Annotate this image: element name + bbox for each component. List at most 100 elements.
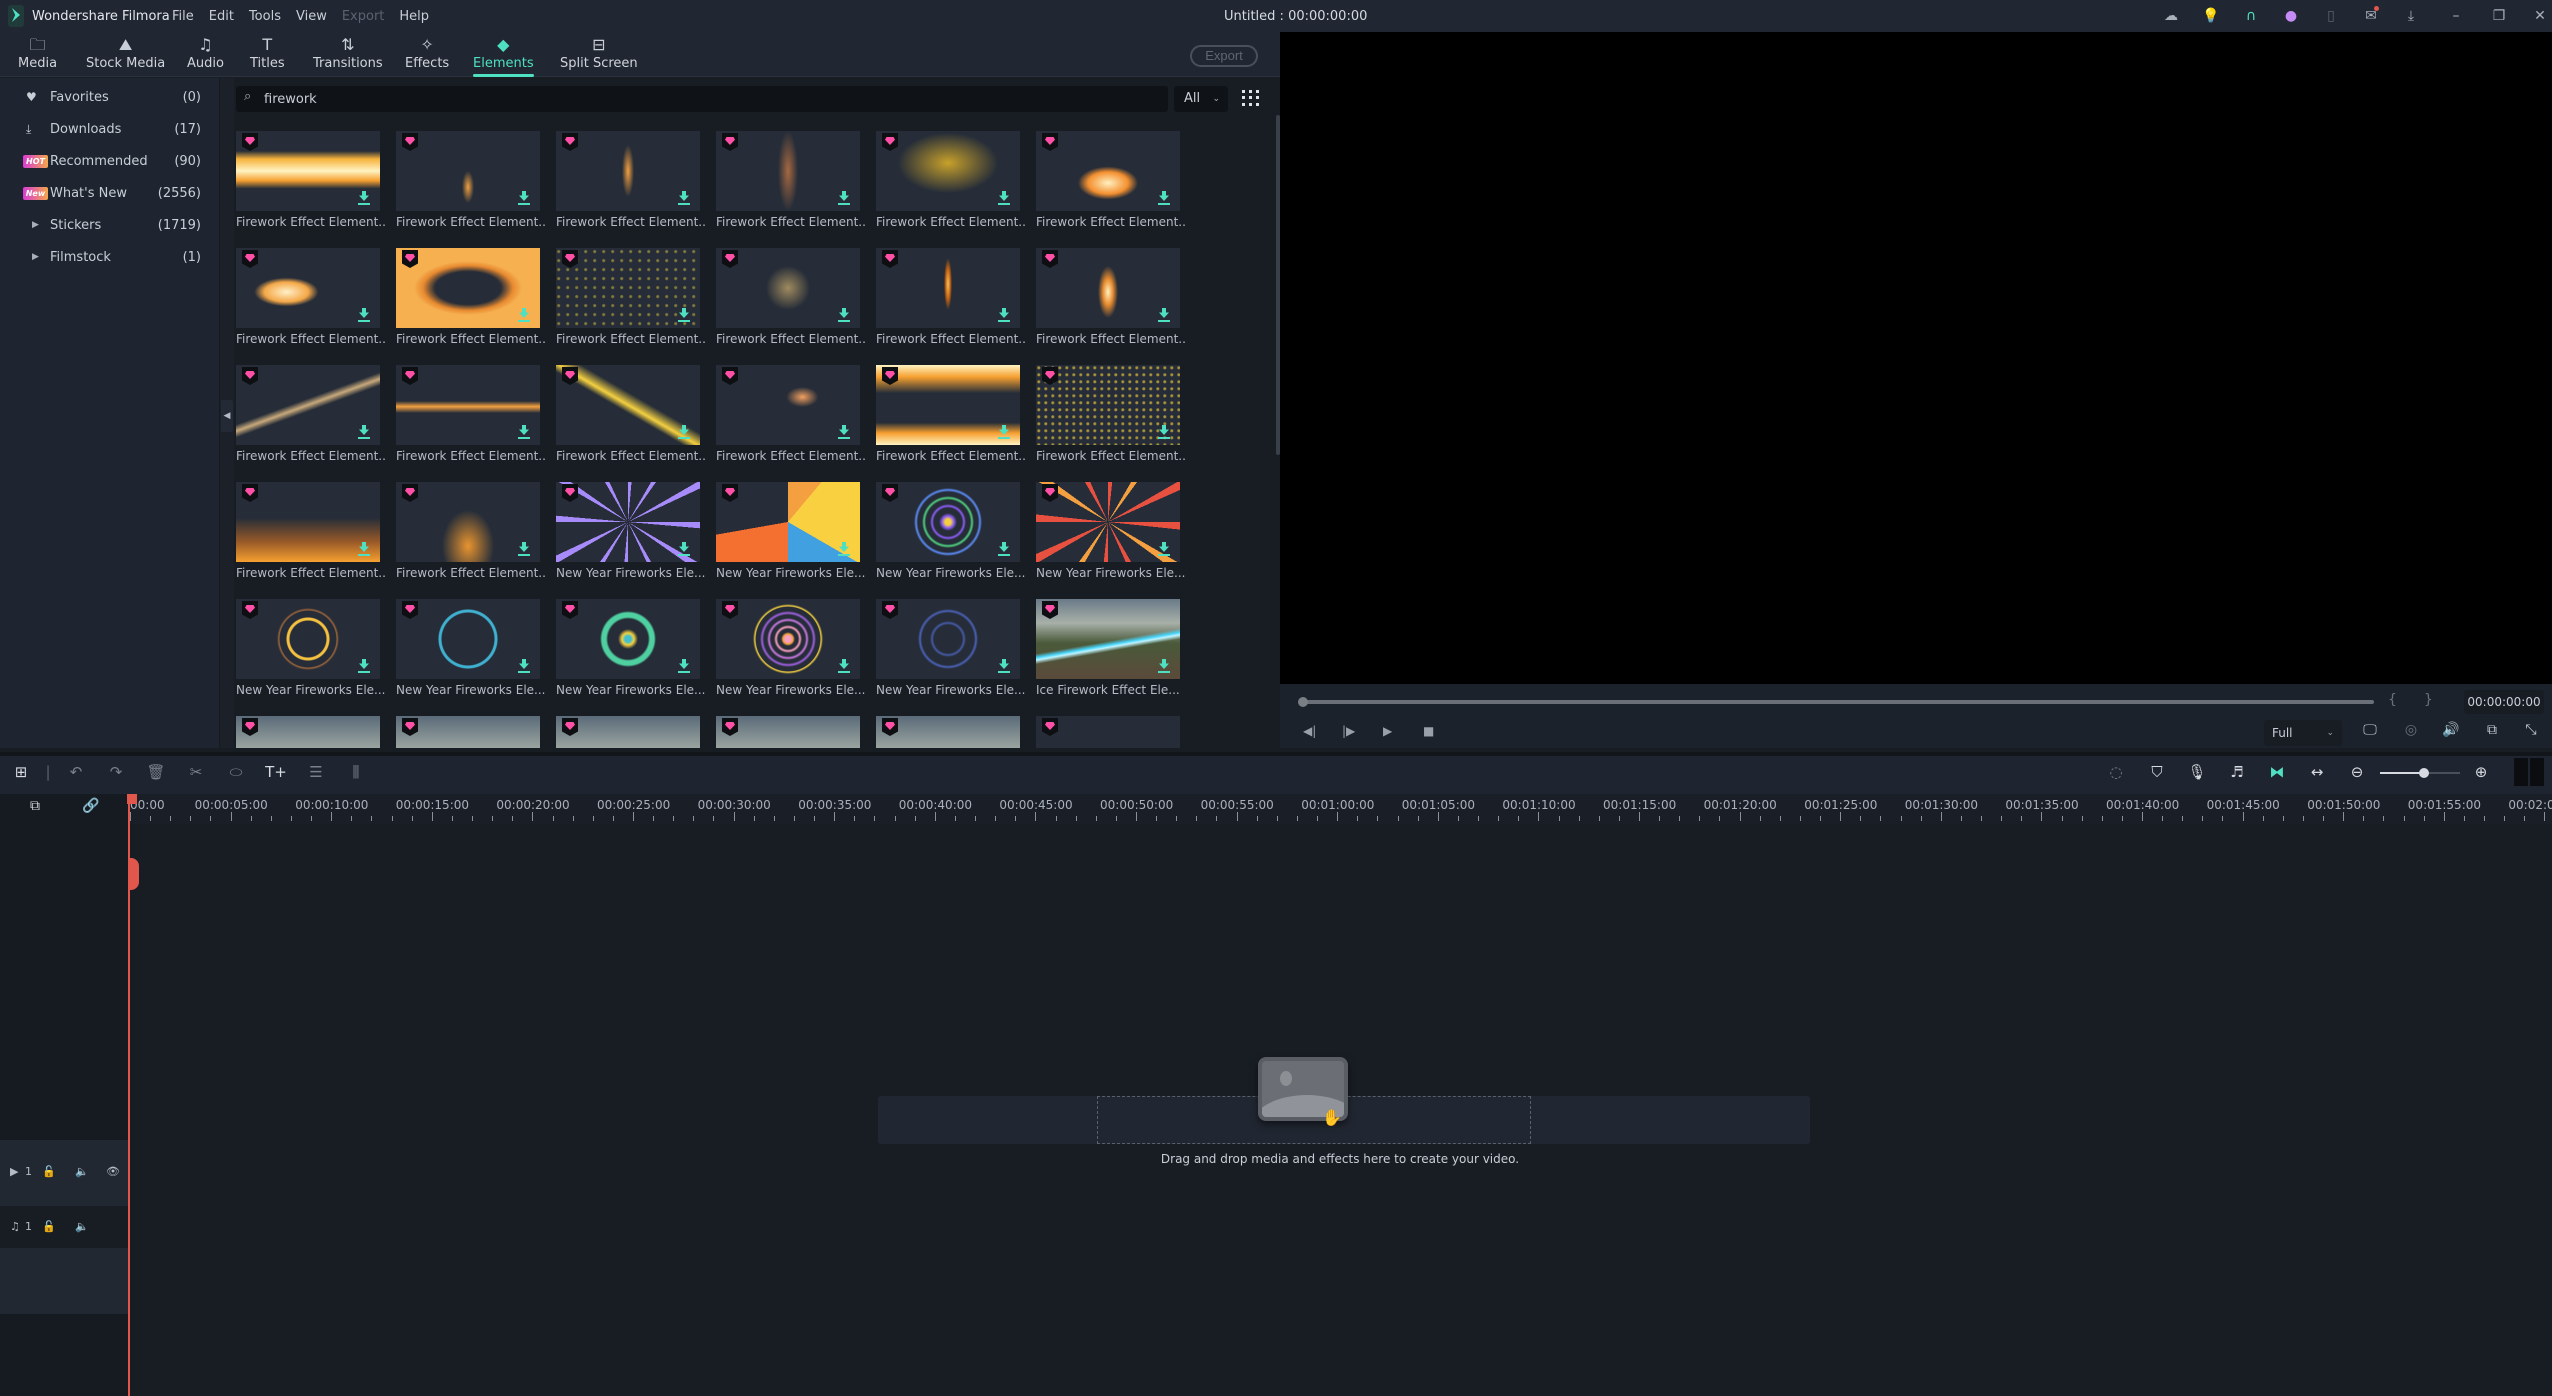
download-icon[interactable] [678, 308, 690, 322]
sidebar-item-favorites[interactable]: ♥ Favorites (0) [0, 82, 220, 112]
download-icon[interactable] [678, 542, 690, 556]
link-icon[interactable]: 🔗 [80, 798, 102, 814]
menu-edit[interactable]: Edit [209, 9, 234, 24]
playback-quality-dropdown[interactable]: Full ⌄ [2264, 720, 2342, 746]
undo-icon[interactable]: ↶ [65, 763, 87, 781]
timeline-zoom-handle[interactable] [2419, 768, 2429, 778]
element-tile[interactable]: Firework Effect Element... [396, 365, 546, 469]
download-icon[interactable] [998, 191, 1010, 205]
marker-icon[interactable]: ⛉ [2146, 763, 2168, 781]
notification-icon[interactable]: ✉ [2361, 6, 2381, 26]
download-icon[interactable] [998, 425, 1010, 439]
element-tile[interactable] [716, 716, 860, 748]
download-icon[interactable] [838, 542, 850, 556]
element-tile[interactable] [556, 716, 700, 748]
next-frame-icon[interactable]: |▶ [1342, 724, 1355, 738]
audio-waveform-icon[interactable]: ⫼ [345, 763, 367, 781]
render-icon[interactable]: ◌ [2105, 763, 2127, 781]
playhead-handle[interactable] [128, 858, 139, 890]
download-icon[interactable] [998, 542, 1010, 556]
tag-icon[interactable]: ⬭ [225, 763, 247, 781]
download-icon[interactable] [1158, 425, 1170, 439]
download-icon[interactable] [518, 308, 530, 322]
mark-out-button[interactable]: } [2424, 692, 2433, 708]
download-icon[interactable]: ⤓ [2401, 6, 2421, 26]
element-tile[interactable]: Firework Effect Element... [236, 248, 386, 352]
download-icon[interactable] [1158, 659, 1170, 673]
element-tile[interactable]: New Year Fireworks Ele... [556, 599, 705, 703]
search-input[interactable] [264, 86, 1144, 112]
download-icon[interactable] [358, 191, 370, 205]
element-tile[interactable]: Firework Effect Element... [556, 248, 706, 352]
element-tile[interactable] [876, 716, 1020, 748]
element-tile[interactable]: New Year Fireworks Ele... [236, 599, 385, 703]
tab-elements[interactable]: ◆ Elements [473, 32, 534, 77]
element-tile[interactable]: New Year Fireworks Ele... [716, 482, 865, 586]
download-icon[interactable] [838, 425, 850, 439]
pip-icon[interactable]: ⧉ [2482, 722, 2502, 738]
audio-mixer-icon[interactable]: ♬ [2226, 763, 2248, 781]
element-tile[interactable]: Firework Effect Element... [396, 248, 546, 352]
element-tile[interactable]: Firework Effect Element... [876, 248, 1026, 352]
download-icon[interactable] [678, 659, 690, 673]
element-tile[interactable]: Firework Effect Element... [236, 365, 386, 469]
lock-icon[interactable]: 🔓 [42, 1165, 56, 1178]
lock-icon[interactable]: 🔓 [42, 1220, 56, 1233]
download-icon[interactable] [358, 425, 370, 439]
sidebar-item-recommended[interactable]: HOT Recommended (90) [0, 146, 220, 176]
visibility-icon[interactable]: 👁 [106, 1165, 120, 1178]
download-icon[interactable] [1158, 542, 1170, 556]
download-icon[interactable] [358, 659, 370, 673]
tab-media[interactable]: 🗀 Media [18, 32, 57, 77]
fit-timeline-icon[interactable]: ↔ [2306, 763, 2328, 781]
sidebar-item-stickers[interactable]: ▶ Stickers (1719) [0, 210, 220, 240]
element-tile[interactable]: New Year Fireworks Ele... [876, 482, 1025, 586]
element-tile[interactable]: Firework Effect Element... [1036, 365, 1186, 469]
download-icon[interactable] [678, 425, 690, 439]
expand-arrow-icon[interactable]: ▶ [32, 252, 39, 262]
microphone-icon[interactable]: 🎙 [2186, 763, 2208, 781]
download-icon[interactable] [518, 542, 530, 556]
element-tile[interactable] [236, 716, 380, 748]
expand-arrow-icon[interactable]: ▶ [32, 220, 39, 230]
element-tile[interactable]: Firework Effect Element... [876, 131, 1026, 235]
volume-icon[interactable]: 🔊 [2441, 722, 2461, 738]
zoom-in-icon[interactable]: ⊕ [2470, 763, 2492, 781]
tab-effects[interactable]: ✧ Effects [405, 32, 449, 77]
download-icon[interactable] [838, 191, 850, 205]
element-tile[interactable]: New Year Fireworks Ele... [716, 599, 865, 703]
mark-in-button[interactable]: { [2388, 692, 2397, 708]
download-icon[interactable] [1158, 191, 1170, 205]
mute-icon[interactable]: 🔈 [75, 1220, 89, 1233]
stop-icon[interactable]: ■ [1423, 724, 1434, 738]
tab-split-screen[interactable]: ⊟ Split Screen [560, 32, 638, 77]
previous-frame-icon[interactable]: ◀| [1303, 724, 1316, 738]
download-icon[interactable] [358, 542, 370, 556]
menu-tools[interactable]: Tools [249, 9, 281, 24]
seek-handle[interactable] [1298, 697, 1308, 707]
element-tile[interactable]: New Year Fireworks Ele... [876, 599, 1025, 703]
close-button[interactable]: ✕ [2530, 6, 2550, 26]
cloud-icon[interactable]: ☁ [2161, 6, 2181, 26]
zoom-out-icon[interactable]: ⊖ [2346, 763, 2368, 781]
maximize-button[interactable]: ❐ [2489, 6, 2509, 26]
download-icon[interactable] [838, 659, 850, 673]
mute-icon[interactable]: 🔈 [75, 1165, 89, 1178]
download-icon[interactable] [678, 191, 690, 205]
element-tile[interactable]: Firework Effect Element... [396, 131, 546, 235]
avatar-icon[interactable]: ● [2281, 6, 2301, 26]
download-icon[interactable] [518, 425, 530, 439]
element-tile[interactable]: Firework Effect Element... [236, 482, 386, 586]
download-icon[interactable] [518, 659, 530, 673]
download-icon[interactable] [358, 308, 370, 322]
element-tile[interactable]: Firework Effect Element... [236, 131, 386, 235]
download-icon[interactable] [998, 308, 1010, 322]
tab-transitions[interactable]: ⇅ Transitions [313, 32, 383, 77]
element-tile[interactable]: Firework Effect Element... [556, 365, 706, 469]
cut-icon[interactable]: ✂ [185, 763, 207, 781]
element-tile[interactable]: New Year Fireworks Ele... [1036, 482, 1185, 586]
tab-stock-media[interactable]: ⛰ Stock Media [86, 32, 165, 77]
tab-audio[interactable]: ♫ Audio [187, 32, 224, 77]
tab-titles[interactable]: T Titles [250, 32, 285, 77]
download-icon[interactable] [838, 308, 850, 322]
